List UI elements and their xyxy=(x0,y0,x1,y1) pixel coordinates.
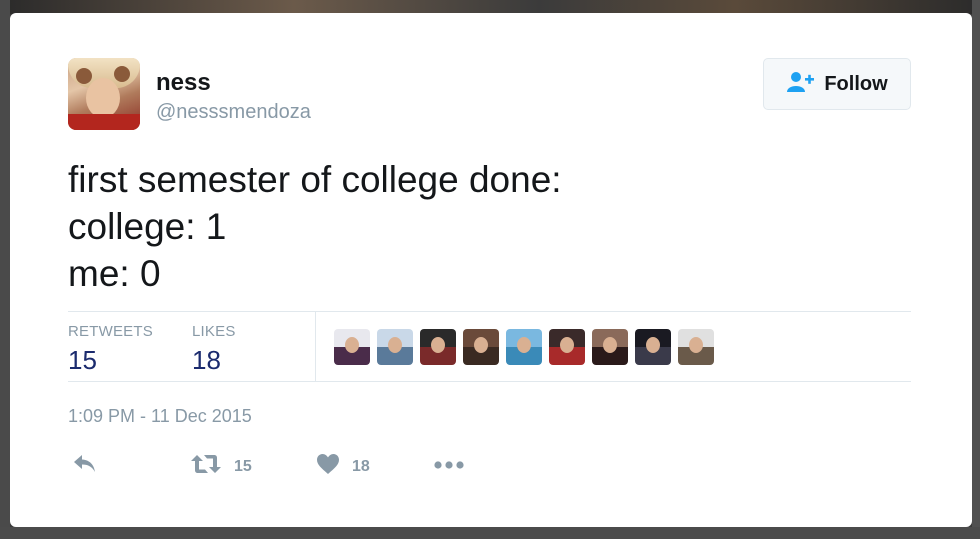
tweet-text-line: college: 1 xyxy=(68,206,227,247)
liker-avatar[interactable] xyxy=(678,329,714,365)
follow-button[interactable]: Follow xyxy=(763,58,911,110)
avatar-face xyxy=(86,78,120,118)
avatar-filter-ear-left xyxy=(76,68,92,84)
liker-avatar[interactable] xyxy=(592,329,628,365)
reply-button[interactable] xyxy=(72,453,98,480)
liker-avatar[interactable] xyxy=(420,329,456,365)
avatar-filter-ear-right xyxy=(114,66,130,82)
stats-divider-vertical xyxy=(315,312,316,381)
heart-icon xyxy=(316,453,340,480)
retweets-label[interactable]: RETWEETS xyxy=(68,323,153,340)
tweet-card: ness @nesssmendoza Follow first semester… xyxy=(10,13,972,527)
like-action-count: 18 xyxy=(352,457,370,475)
background-bottom-edge xyxy=(0,527,980,539)
add-user-icon xyxy=(786,71,816,98)
user-avatar[interactable] xyxy=(68,58,140,130)
liker-avatar[interactable] xyxy=(635,329,671,365)
liker-avatar[interactable] xyxy=(463,329,499,365)
likes-label[interactable]: LIKES xyxy=(192,323,236,340)
liker-avatar[interactable] xyxy=(334,329,370,365)
stats-divider-bottom xyxy=(68,381,911,382)
background-left-edge xyxy=(0,0,10,539)
retweets-count[interactable]: 15 xyxy=(68,345,97,376)
user-handle[interactable]: @nesssmendoza xyxy=(156,101,311,124)
user-display-name[interactable]: ness xyxy=(156,69,211,97)
liker-avatar[interactable] xyxy=(506,329,542,365)
background-right-edge xyxy=(972,0,980,539)
liker-avatar[interactable] xyxy=(377,329,413,365)
follow-button-label: Follow xyxy=(824,72,888,95)
tweet-timestamp[interactable]: 1:09 PM - 11 Dec 2015 xyxy=(68,406,252,427)
like-button[interactable]: 18 xyxy=(316,453,370,480)
stats-divider-top xyxy=(68,311,911,312)
reply-icon xyxy=(72,453,98,480)
retweet-button[interactable]: 15 xyxy=(190,453,252,480)
likes-count[interactable]: 18 xyxy=(192,345,221,376)
tweet-text: first semester of college done: college:… xyxy=(68,156,562,297)
more-dots-icon xyxy=(433,457,465,475)
background-photo-top xyxy=(0,0,980,14)
tweet-text-line: first semester of college done: xyxy=(68,159,562,200)
liker-avatars xyxy=(334,329,714,365)
more-options-button[interactable] xyxy=(433,457,465,475)
retweet-action-count: 15 xyxy=(234,457,252,475)
avatar-shirt xyxy=(68,114,140,130)
tweet-text-line: me: 0 xyxy=(68,253,161,294)
retweet-icon xyxy=(190,453,222,480)
liker-avatar[interactable] xyxy=(549,329,585,365)
